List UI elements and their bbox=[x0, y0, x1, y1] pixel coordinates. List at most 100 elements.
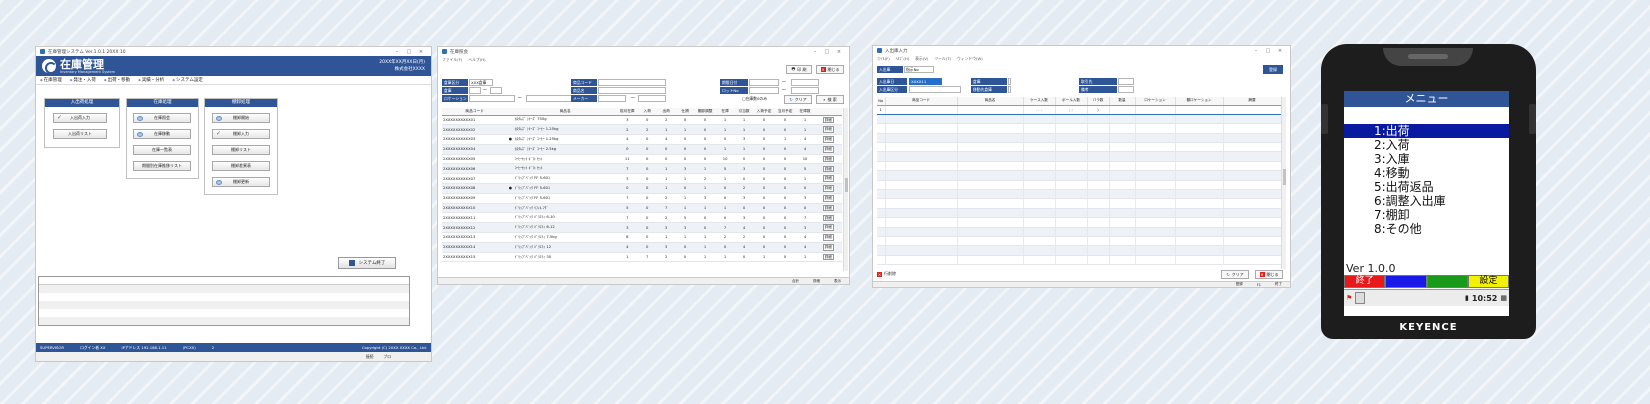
table-cell[interactable] bbox=[1087, 170, 1110, 181]
warehouse-field-3[interactable] bbox=[1008, 78, 1011, 85]
table-cell[interactable] bbox=[885, 151, 958, 162]
table-cell[interactable] bbox=[1223, 180, 1281, 191]
table-cell[interactable] bbox=[1087, 198, 1110, 209]
table-row[interactable]: 2XXXXXXXXXX14 ﾄﾞﾘｯﾌﾟﾊﾞｯｸ ﾊﾞﾗｴﾃｨ 12 4 0 3 0 1 0 4… bbox=[442, 242, 842, 253]
table-cell[interactable] bbox=[1023, 208, 1056, 219]
table-cell[interactable] bbox=[957, 104, 1024, 115]
table-cell[interactable] bbox=[1135, 161, 1176, 172]
table-cell[interactable] bbox=[885, 133, 958, 144]
device-side-key-left[interactable] bbox=[1321, 104, 1328, 134]
table-cell[interactable] bbox=[1087, 255, 1110, 266]
table-cell[interactable] bbox=[877, 208, 886, 219]
windows-flag-icon[interactable]: ⚑ bbox=[1346, 294, 1352, 302]
table-cell[interactable] bbox=[1223, 217, 1281, 228]
lot-to-field[interactable] bbox=[791, 87, 819, 94]
clear-button[interactable]: ↻ クリア bbox=[784, 95, 812, 104]
maximize-icon[interactable]: □ bbox=[821, 49, 833, 55]
table-cell[interactable] bbox=[1023, 123, 1056, 134]
table-cell[interactable] bbox=[1135, 189, 1176, 200]
table-cell[interactable] bbox=[1023, 142, 1056, 153]
table-cell[interactable] bbox=[877, 255, 886, 266]
menu-item-ship[interactable]: 出荷・移動 bbox=[104, 77, 131, 83]
table-cell[interactable] bbox=[957, 151, 1024, 162]
detail-button[interactable]: 詳細 bbox=[814, 154, 842, 165]
zero-stock-checkbox[interactable]: □在庫数0のみ bbox=[742, 96, 767, 102]
handheld-menu-item[interactable]: 3:入庫 bbox=[1344, 152, 1509, 166]
table-cell[interactable] bbox=[1055, 208, 1088, 219]
function-key[interactable]: 終了 bbox=[1344, 275, 1386, 288]
table-cell[interactable] bbox=[1055, 227, 1088, 237]
io-kind-select[interactable] bbox=[909, 86, 961, 93]
w3-scrollbar[interactable] bbox=[1281, 97, 1286, 269]
table-cell[interactable] bbox=[957, 198, 1024, 209]
handheld-menu-item[interactable]: 6:調整入出庫 bbox=[1344, 194, 1509, 208]
table-cell[interactable] bbox=[1175, 227, 1224, 237]
table-row[interactable] bbox=[877, 255, 1281, 266]
detail-button[interactable]: 詳細 bbox=[814, 163, 842, 175]
table-row[interactable]: 2XXXXXXXXXX08 ● ﾄﾞﾘｯﾌﾟﾊﾞｯｸ FF 5-60ｺ 0 0 1 0 1 0 2… bbox=[442, 183, 842, 194]
table-cell[interactable] bbox=[885, 208, 958, 219]
menu-item-order[interactable]: 発注・入荷 bbox=[70, 77, 96, 83]
table-cell[interactable] bbox=[957, 227, 1024, 237]
table-cell[interactable] bbox=[1223, 170, 1281, 181]
handheld-menu-item[interactable]: 8:その他 bbox=[1344, 222, 1509, 236]
table-cell[interactable] bbox=[1023, 255, 1056, 266]
table-cell[interactable] bbox=[1109, 198, 1136, 209]
detail-button[interactable]: 詳細 bbox=[814, 173, 842, 185]
table-cell[interactable] bbox=[1023, 217, 1056, 228]
maximize-icon[interactable]: □ bbox=[403, 49, 415, 55]
table-cell[interactable] bbox=[1023, 114, 1056, 125]
stock-move-button[interactable]: 在庫移動 bbox=[133, 129, 191, 139]
detail-button[interactable]: 詳細 bbox=[814, 115, 842, 126]
table-cell[interactable] bbox=[877, 217, 886, 228]
table-cell[interactable] bbox=[1135, 133, 1176, 144]
location-from-field[interactable] bbox=[469, 95, 515, 102]
table-cell[interactable] bbox=[1175, 189, 1224, 200]
table-cell[interactable] bbox=[1055, 161, 1088, 172]
table-cell[interactable] bbox=[1135, 180, 1176, 191]
table-cell[interactable] bbox=[885, 255, 958, 266]
table-cell[interactable] bbox=[1135, 104, 1176, 115]
io-entry-button[interactable]: ✓ 入出荷入力 bbox=[53, 113, 107, 123]
location-to-field[interactable] bbox=[526, 95, 572, 102]
lot-from-field[interactable] bbox=[749, 87, 779, 94]
table-cell[interactable] bbox=[1023, 180, 1056, 191]
handheld-menu-item[interactable]: 7:棚卸 bbox=[1344, 208, 1509, 222]
stocktake-update-button[interactable]: 棚卸更新 bbox=[212, 177, 270, 187]
stock-col-header[interactable] bbox=[814, 108, 842, 116]
table-cell[interactable] bbox=[877, 227, 886, 237]
table-cell[interactable] bbox=[1055, 123, 1088, 134]
table-cell[interactable] bbox=[1175, 245, 1224, 256]
detail-button[interactable]: 詳細 bbox=[814, 222, 842, 234]
stocktake-entry-button[interactable]: ✓ 棚卸入力 bbox=[212, 129, 270, 139]
table-cell[interactable] bbox=[957, 208, 1024, 219]
table-cell[interactable] bbox=[1135, 227, 1176, 237]
stock-col-header[interactable]: 商品名 bbox=[513, 108, 617, 116]
table-cell[interactable] bbox=[1087, 114, 1110, 125]
menu-item-system[interactable]: システム設定 bbox=[172, 77, 203, 83]
system-exit-button[interactable]: システム終了 bbox=[338, 257, 396, 269]
detail-button[interactable]: 詳細 bbox=[814, 124, 842, 136]
table-row[interactable]: 2XXXXXXXXXX15 ﾄﾞﾘｯﾌﾟﾊﾞｯｸ ﾊﾞﾗｴﾃｨ 30 1 7 2 0 1 1 0… bbox=[442, 252, 842, 263]
table-row[interactable]: 1 . . .; ;) bbox=[877, 104, 1281, 115]
table-cell[interactable] bbox=[1223, 189, 1281, 200]
table-cell[interactable] bbox=[957, 217, 1024, 228]
table-cell[interactable] bbox=[957, 180, 1024, 191]
detail-button[interactable]: 詳細 bbox=[814, 232, 842, 243]
table-cell[interactable] bbox=[885, 170, 958, 181]
table-cell[interactable] bbox=[885, 180, 958, 191]
table-cell[interactable] bbox=[877, 114, 886, 125]
table-cell[interactable] bbox=[877, 151, 886, 162]
table-cell[interactable] bbox=[1109, 189, 1136, 200]
detail-button[interactable]: 詳細 bbox=[814, 212, 842, 224]
table-row[interactable] bbox=[877, 180, 1281, 191]
table-cell[interactable] bbox=[1055, 217, 1088, 228]
table-cell[interactable] bbox=[1223, 245, 1281, 256]
table-cell[interactable] bbox=[877, 142, 886, 153]
table-cell[interactable] bbox=[1055, 151, 1088, 162]
table-row[interactable] bbox=[877, 151, 1281, 162]
table-cell[interactable] bbox=[1175, 180, 1224, 191]
table-cell[interactable] bbox=[1175, 104, 1224, 115]
table-cell[interactable] bbox=[1109, 227, 1136, 237]
close-icon[interactable]: × bbox=[415, 49, 427, 55]
